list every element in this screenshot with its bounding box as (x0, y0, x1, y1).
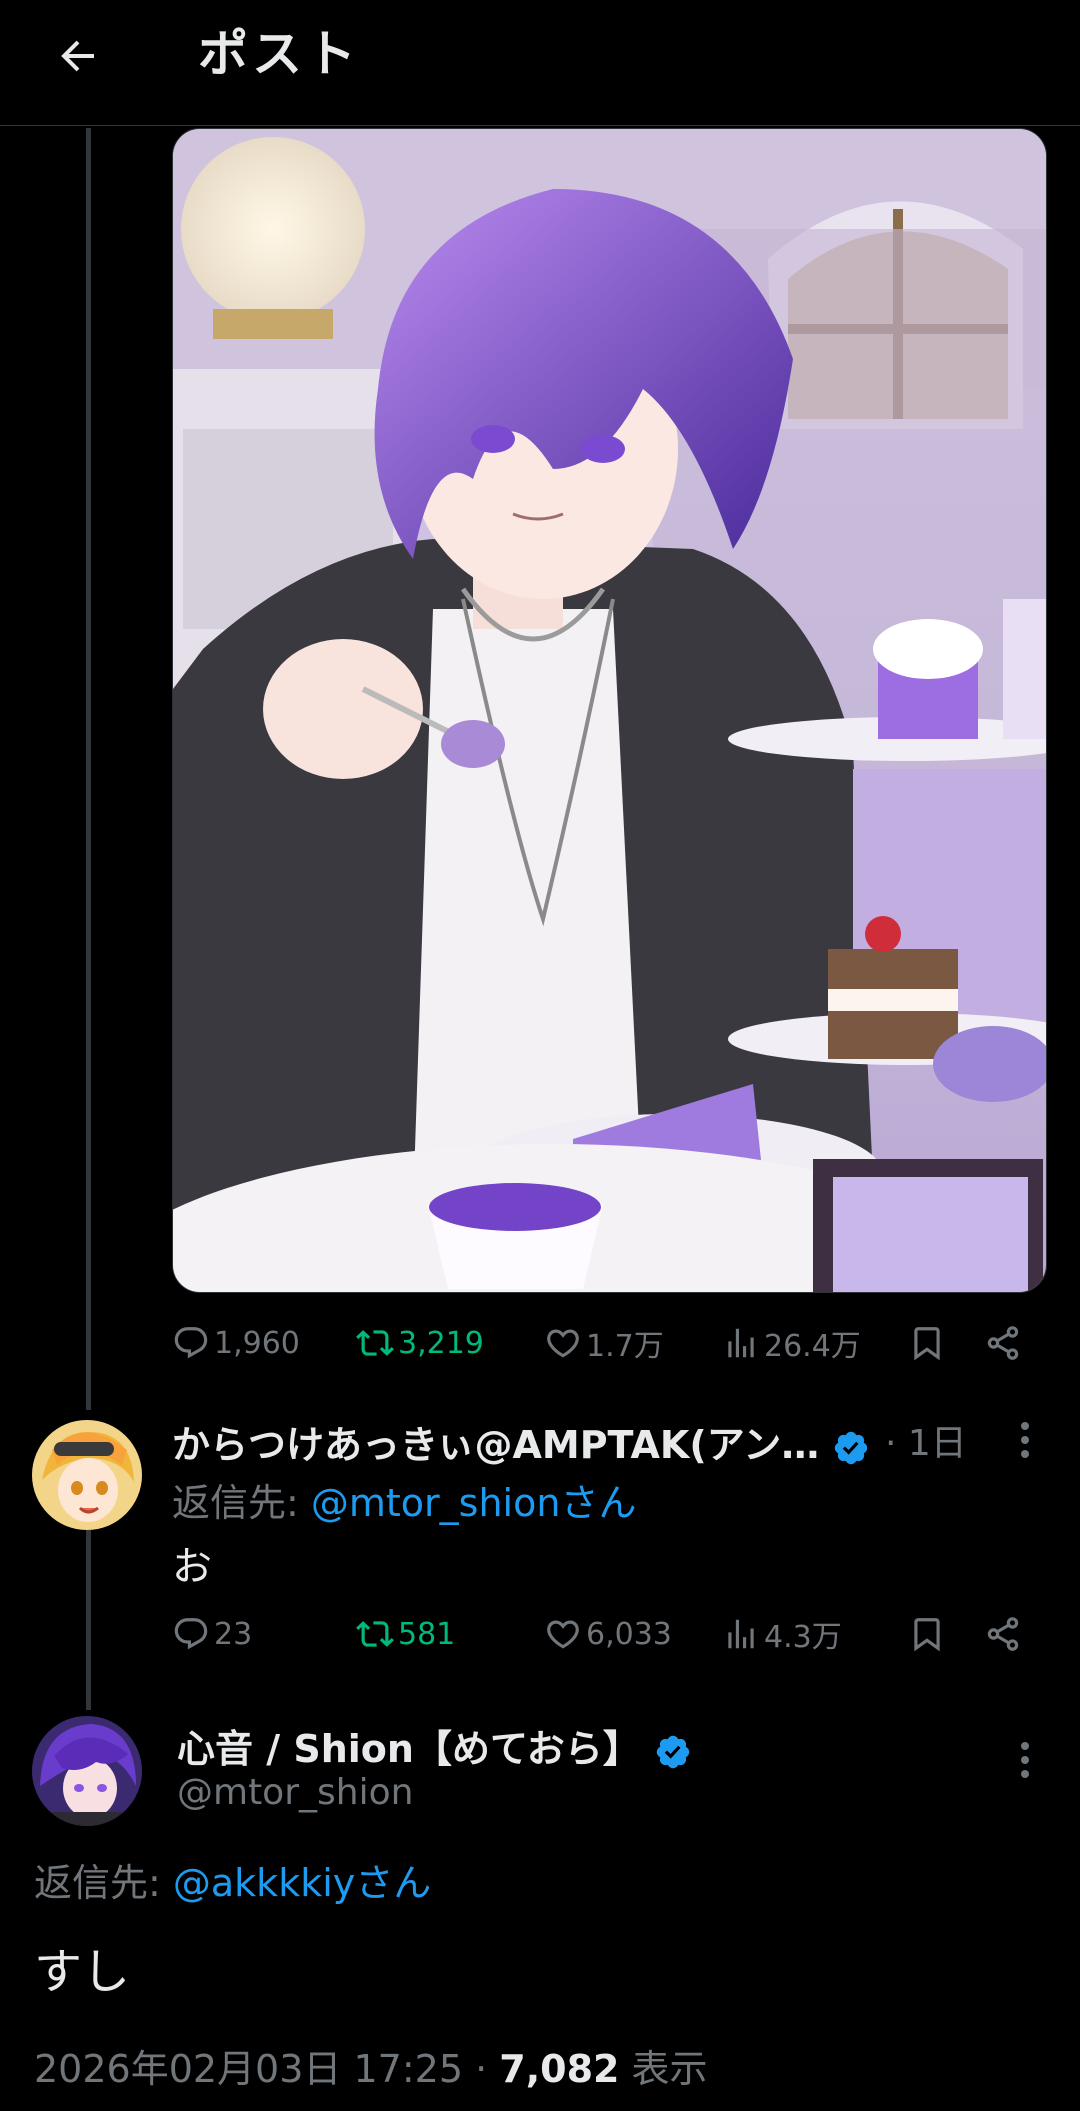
reply-author-display-name: からつけあっきぃ@AMPTAK(アン… (172, 1423, 820, 1467)
like-count: 1.7万 (586, 1329, 664, 1364)
reply-reply-button[interactable]: 23 (172, 1604, 252, 1664)
share-button[interactable] (984, 1313, 1026, 1373)
main-author-handle[interactable]: @mtor_shion (177, 1772, 413, 1813)
reply-more-button[interactable] (1003, 1414, 1047, 1466)
reply-action-bar: 23 581 6,033 4.3万 (172, 1604, 1047, 1664)
post-views-label: 表示 (619, 2047, 708, 2091)
post-datetime[interactable]: 2026年02月03日 17:25 · (34, 2047, 499, 2091)
post-media-image[interactable] (172, 128, 1047, 1293)
main-author-display-name: 心音 / Shion【めておら】 (177, 1727, 641, 1771)
repost-count: 3,219 (398, 1325, 484, 1361)
like-count: 6,033 (586, 1616, 672, 1652)
reply-count: 1,960 (214, 1325, 300, 1361)
reply-bookmark-button[interactable] (908, 1604, 950, 1664)
back-arrow-icon (61, 40, 94, 72)
views-icon (728, 1328, 754, 1358)
thread-line-top (86, 128, 91, 1410)
reply-like-button[interactable]: 6,033 (544, 1604, 672, 1664)
verified-badge-icon (835, 1431, 868, 1464)
parent-post-action-bar: 1,960 3,219 1.7万 26.4万 (172, 1313, 1047, 1373)
verified-badge-icon (656, 1735, 690, 1768)
views-button[interactable]: 26.4万 (722, 1313, 861, 1373)
reply-replying-to: 返信先: @mtor_shionさん (172, 1472, 636, 1527)
heart-icon (547, 1329, 579, 1358)
repost-icon (356, 1621, 394, 1647)
page-title: ポスト (198, 25, 360, 83)
replying-to-label: 返信先: (34, 1861, 173, 1905)
more-vertical-icon (1021, 1742, 1029, 1778)
views-count: 26.4万 (764, 1329, 861, 1364)
reply-author-name[interactable]: からつけあっきぃ@AMPTAK(アン… (172, 1414, 870, 1469)
main-author-avatar[interactable] (32, 1716, 142, 1826)
main-more-button[interactable] (1003, 1734, 1047, 1786)
post-views-count: 7,082 (499, 2047, 620, 2091)
main-replying-to: 返信先: @akkkkiyさん (34, 1852, 431, 1907)
repost-icon (356, 1330, 394, 1356)
reply-repost-button[interactable]: 581 (356, 1604, 455, 1664)
reply-author-avatar[interactable] (32, 1420, 142, 1530)
reply-text: お (172, 1544, 212, 1590)
views-count: 4.3万 (764, 1620, 842, 1655)
more-vertical-icon (1021, 1422, 1029, 1458)
back-button[interactable] (44, 22, 112, 90)
reply-icon (174, 1618, 208, 1650)
heart-icon (547, 1620, 579, 1649)
share-icon (987, 1326, 1019, 1360)
share-icon (987, 1617, 1019, 1651)
repost-count: 581 (398, 1616, 456, 1652)
main-author-name[interactable]: 心音 / Shion【めておら】 (177, 1718, 692, 1773)
views-icon (728, 1619, 754, 1649)
reply-time-ago: · 1日 (885, 1423, 967, 1464)
reply-views-button[interactable]: 4.3万 (722, 1604, 842, 1664)
thread-line-mid (86, 1530, 91, 1710)
reply-button[interactable]: 1,960 (172, 1313, 300, 1373)
repost-button[interactable]: 3,219 (356, 1313, 484, 1373)
main-post-text: すし (34, 1944, 131, 2000)
reply-count: 23 (214, 1616, 253, 1652)
top-app-bar: ポスト (0, 0, 1080, 126)
replying-to-mention[interactable]: @mtor_shionさん (311, 1481, 637, 1525)
like-button[interactable]: 1.7万 (544, 1313, 664, 1373)
replying-to-mention[interactable]: @akkkkiyさん (173, 1861, 431, 1905)
bookmark-button[interactable] (908, 1313, 950, 1373)
reply-icon (174, 1327, 208, 1359)
bookmark-icon (914, 1618, 940, 1652)
reply-share-button[interactable] (984, 1604, 1026, 1664)
post-timestamp: 2026年02月03日 17:25 · 7,082 表示 (34, 2038, 708, 2093)
replying-to-label: 返信先: (172, 1481, 311, 1525)
bookmark-icon (914, 1327, 940, 1361)
